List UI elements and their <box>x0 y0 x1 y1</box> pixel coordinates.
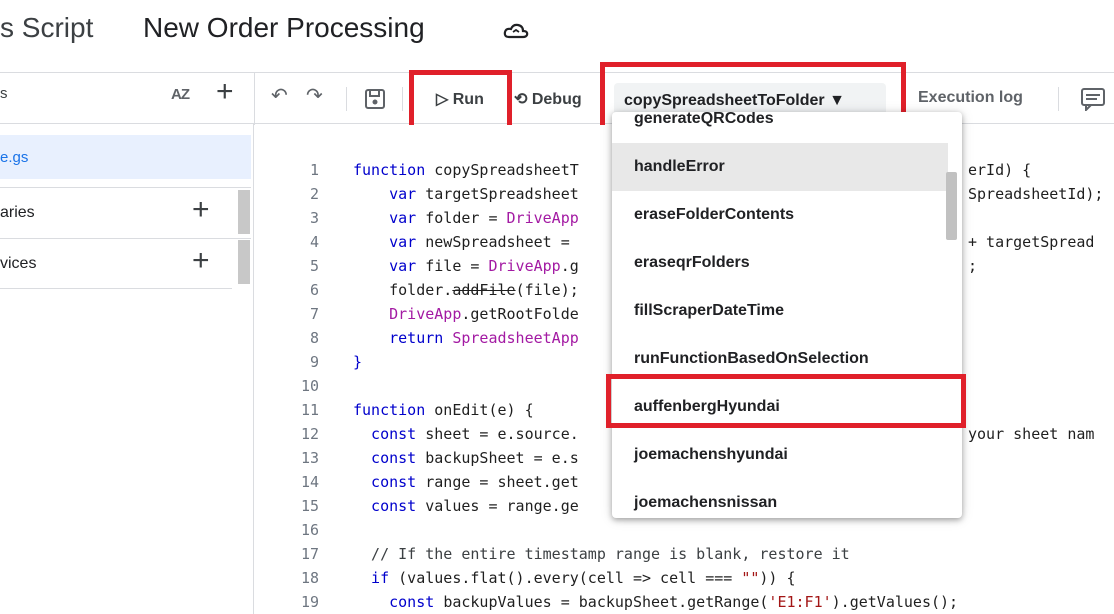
execution-log-button[interactable]: Execution log <box>918 89 1023 107</box>
line-number: 7 <box>309 305 319 323</box>
run-highlight-box <box>409 70 512 130</box>
function-dropdown-menu: generateQRCodes handleError eraseFolderC… <box>612 112 962 518</box>
sidebar-scrollbar[interactable] <box>238 190 250 234</box>
menu-item[interactable]: handleError <box>612 143 948 191</box>
comment-icon[interactable] <box>1080 87 1110 111</box>
libraries-section[interactable]: aries + <box>0 187 251 237</box>
code-line: 19 const backupValues = backupSheet.getR… <box>255 590 1114 614</box>
file-item-code-gs[interactable]: e.gs <box>0 135 251 179</box>
toolbar-divider <box>254 73 255 125</box>
line-number: 10 <box>300 377 319 395</box>
code-line: 17 // If the entire timestamp range is b… <box>255 542 1114 566</box>
sidebar-divider <box>0 288 232 290</box>
menu-item[interactable]: eraseqrFolders <box>612 239 948 287</box>
line-number: 9 <box>309 353 319 371</box>
menu-item[interactable]: fillScraperDateTime <box>612 287 948 335</box>
line-number: 6 <box>309 281 319 299</box>
sort-az-icon[interactable]: AZ <box>171 86 190 103</box>
sidebar: e.gs aries + vices + <box>0 124 254 614</box>
line-number: 1 <box>309 161 319 179</box>
save-icon[interactable] <box>364 88 386 110</box>
line-number: 5 <box>309 257 319 275</box>
add-library-icon[interactable]: + <box>192 195 210 225</box>
line-number: 13 <box>300 449 319 467</box>
line-number: 18 <box>300 569 319 587</box>
line-number: 4 <box>309 233 319 251</box>
add-service-icon[interactable]: + <box>192 246 210 276</box>
cloud-sync-icon <box>503 23 529 39</box>
menu-item[interactable]: generateQRCodes <box>612 112 948 143</box>
code-line: 16 <box>255 518 1114 542</box>
services-section[interactable]: vices + <box>0 238 251 288</box>
line-number: 19 <box>300 593 319 611</box>
toolbar-divider <box>1058 87 1059 111</box>
file-name: e.gs <box>0 149 29 166</box>
dropdown-scrollbar[interactable] <box>946 172 957 240</box>
line-number: 17 <box>300 545 319 563</box>
line-number: 3 <box>309 209 319 227</box>
services-label: vices <box>0 255 37 272</box>
menu-item[interactable]: joemachensnissan <box>612 479 948 518</box>
line-number: 8 <box>309 329 319 347</box>
sidebar-scrollbar[interactable] <box>238 240 250 284</box>
redo-icon[interactable]: ↷ <box>306 83 323 108</box>
line-number: 14 <box>300 473 319 491</box>
line-number: 16 <box>300 521 319 539</box>
line-number: 12 <box>300 425 319 443</box>
project-title[interactable]: New Order Processing <box>143 12 425 44</box>
add-file-icon[interactable]: + <box>216 77 234 107</box>
debug-button[interactable]: ⟲ Debug <box>514 89 582 109</box>
toolbar-divider <box>402 87 403 111</box>
line-number: 2 <box>309 185 319 203</box>
undo-icon[interactable]: ↶ <box>271 83 288 108</box>
line-number: 15 <box>300 497 319 515</box>
menu-item[interactable]: eraseFolderContents <box>612 191 948 239</box>
title-bar: s Script New Order Processing <box>0 0 1114 72</box>
menu-item[interactable]: joemachenshyundai <box>612 431 948 479</box>
apps-script-editor: s Script New Order Processing s AZ + ↶ ↷… <box>0 0 1114 614</box>
line-number: 11 <box>300 401 319 419</box>
code-line: 18 if (values.flat().every(cell => cell … <box>255 566 1114 590</box>
libraries-label: aries <box>0 204 35 221</box>
toolbar-divider <box>346 87 347 111</box>
auffenberg-highlight-box <box>606 374 966 428</box>
app-name: s Script <box>0 12 94 43</box>
files-header: s <box>0 85 8 102</box>
